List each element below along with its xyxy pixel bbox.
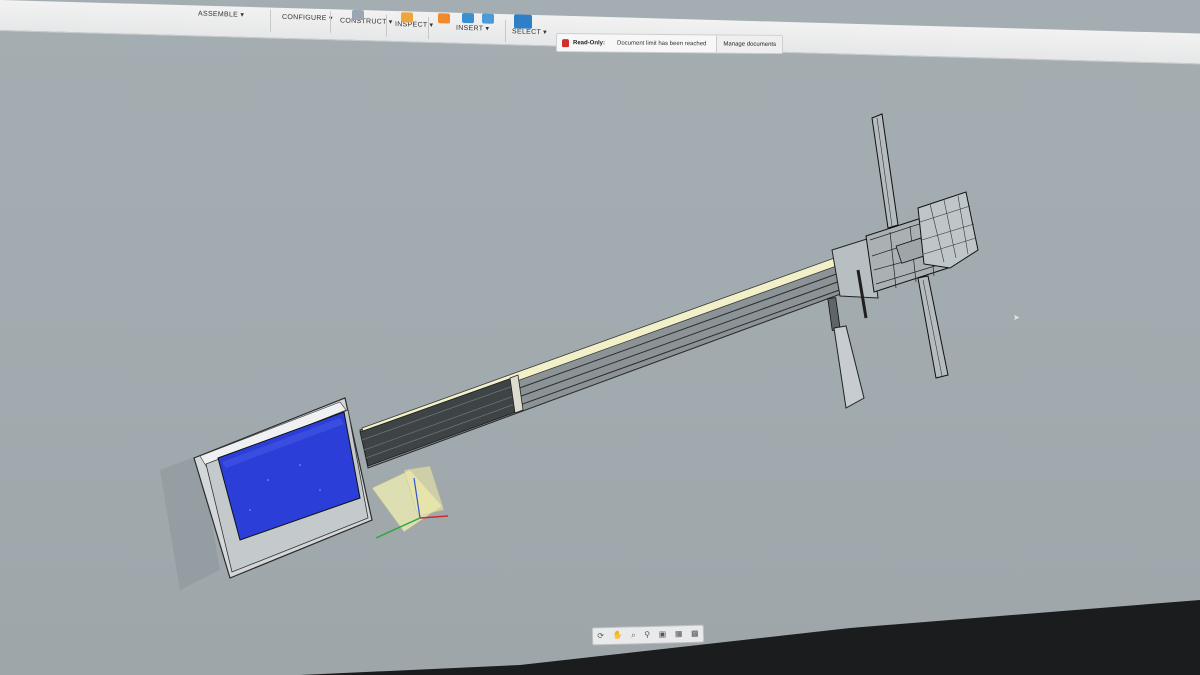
monitor-screen: ASSEMBLE ▾ CONFIGURE ▾ CONSTRUCT ▾ INSPE…: [0, 0, 1200, 675]
instrument-neck[interactable]: [359, 255, 847, 469]
pan-icon[interactable]: ✋: [612, 631, 622, 640]
origin-planes: [371, 465, 449, 539]
tuning-peg-bottom[interactable]: [917, 275, 949, 379]
instrument-foot[interactable]: [827, 297, 865, 409]
grid-icon[interactable]: ▦: [675, 629, 683, 638]
instrument-body[interactable]: [193, 397, 373, 579]
fit-icon[interactable]: ⚲: [644, 630, 650, 639]
display-icon[interactable]: ▣: [659, 630, 667, 639]
mouse-cursor-icon: ➤: [1013, 313, 1020, 322]
navigation-toolbar: ⟳ ✋ ⌕ ⚲ ▣ ▦ ▩: [591, 624, 705, 646]
instrument-head[interactable]: [831, 191, 979, 299]
viewport-icon[interactable]: ▩: [691, 629, 699, 638]
zoom-icon[interactable]: ⌕: [631, 630, 636, 639]
tuning-peg-top[interactable]: [871, 113, 899, 229]
design-viewport[interactable]: [0, 0, 1200, 675]
orbit-icon[interactable]: ⟳: [597, 631, 604, 640]
